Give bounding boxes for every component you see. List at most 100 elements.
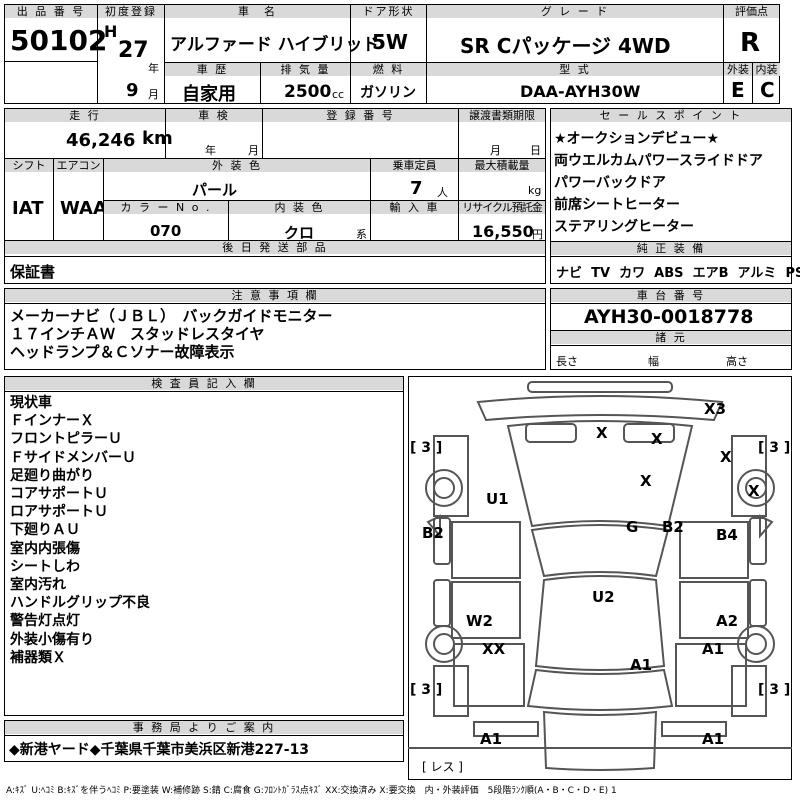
history-label: 車 歴 xyxy=(165,63,260,76)
divider xyxy=(164,4,165,104)
equip-item: エアB xyxy=(692,266,729,281)
sales-point: 前席シートヒーター xyxy=(554,197,680,213)
history: 自家用 xyxy=(182,84,236,105)
color-no: 070 xyxy=(150,222,182,240)
first-reg-label: 初度登録 xyxy=(98,5,164,18)
reg-number-label: 登 録 番 号 xyxy=(263,109,458,122)
lot-number: 50102 xyxy=(10,24,108,57)
tire-label: [ 3 ] xyxy=(758,440,791,456)
divider xyxy=(4,391,404,392)
load-label: 最大積載量 xyxy=(459,159,545,172)
inspection-month-unit: 月 xyxy=(248,144,259,157)
divider xyxy=(4,735,404,736)
damage-mark: A1 xyxy=(630,656,653,674)
ext-color: パール xyxy=(192,181,238,199)
inspector-line: 室内汚れ xyxy=(10,577,66,594)
chassis-number: AYH30-0018778 xyxy=(584,306,754,328)
length-label: 長さ xyxy=(556,355,578,368)
divider xyxy=(752,62,753,104)
note-line: ヘッドランプ＆Ｃソナー故障表示 xyxy=(10,343,235,361)
damage-mark: X xyxy=(640,472,652,490)
import-label: 輸 入 車 xyxy=(371,201,458,214)
spare-label: [ レス ] xyxy=(422,760,463,774)
int-color-label: 内 装 色 xyxy=(229,201,370,214)
model-label: 型 式 xyxy=(427,63,723,76)
model: DAA-AYH30W xyxy=(520,82,641,101)
transfer-day-unit: 日 xyxy=(530,144,541,157)
inspection-year-unit: 年 xyxy=(205,144,216,157)
load-unit: kg xyxy=(528,184,542,197)
inspector-line: 補器類Ｘ xyxy=(10,649,66,666)
damage-mark: B2 xyxy=(422,524,444,542)
inspector-line: 足廻り曲がり xyxy=(10,467,94,484)
later-parts-label: 後 日 発 送 部 品 xyxy=(5,241,545,254)
ext-grade-label: 外装 xyxy=(724,63,752,76)
score-label: 評価点 xyxy=(724,5,779,18)
note-line: メーカーナビ（ＪＢＬ） バックガイドモニター xyxy=(10,307,333,325)
note-line: １７インチＡＷ スタッドレスタイヤ xyxy=(10,325,265,343)
legend: A:ｷｽﾞ U:ﾍｺﾐ B:ｷｽﾞを伴うﾍｺﾐ P:要塗装 W:補修跡 S:錆 … xyxy=(6,786,617,796)
damage-mark: B4 xyxy=(716,526,738,544)
tire-label: [ 3 ] xyxy=(410,440,443,456)
equip-item: アルミ xyxy=(737,266,777,281)
inspector-line: ＦサイドメンバーＵ xyxy=(10,449,136,466)
damage-mark: A2 xyxy=(716,612,739,630)
inspection-label: 車 検 xyxy=(166,109,262,122)
damage-marks: X3 X X X X U1 X G B2 B2 B4 U2 W2 A2 XX A… xyxy=(408,376,792,780)
divider xyxy=(97,4,98,104)
inspector-label: 検 査 員 記 入 欄 xyxy=(5,377,403,390)
mileage: 46,246 xyxy=(66,130,136,151)
door: 5W xyxy=(372,30,408,54)
damage-mark: A1 xyxy=(480,730,503,748)
notes-lines: メーカーナビ（ＪＢＬ） バックガイドモニター １７インチＡＷ スタッドレスタイヤ… xyxy=(10,307,333,361)
notes-label: 注 意 事 項 欄 xyxy=(5,289,545,302)
divider xyxy=(550,345,792,346)
damage-mark: A1 xyxy=(702,730,725,748)
ac: WAA xyxy=(60,198,107,219)
sales-point: ★オークションデビュー★ xyxy=(554,131,720,147)
int-grade-label: 内装 xyxy=(753,63,780,76)
score: R xyxy=(740,28,761,58)
damage-mark: X xyxy=(651,430,663,448)
displacement: 2500 xyxy=(284,82,332,102)
fuel: ガソリン xyxy=(360,85,416,101)
damage-mark: X xyxy=(720,448,732,466)
recycle-label: リサイクル預託金 xyxy=(459,201,545,214)
inspector-line: ロアサポートＵ xyxy=(10,504,108,521)
capacity: 7 xyxy=(410,178,423,199)
sales-point: パワーバックドア xyxy=(554,175,666,191)
inspector-line: コアサポートＵ xyxy=(10,486,108,503)
year-unit: 年 xyxy=(148,62,159,75)
mileage-unit: km xyxy=(142,128,173,149)
month: 9 xyxy=(126,80,139,101)
tire-label: [ 3 ] xyxy=(758,682,791,698)
sales-point: 両ウエルカムパワースライドドア xyxy=(554,153,763,169)
divider xyxy=(4,61,97,62)
equip-item: PS xyxy=(785,266,800,281)
displacement-unit: cc xyxy=(332,88,345,101)
capacity-label: 乗車定員 xyxy=(371,159,458,172)
grade-label: グ レ ー ド xyxy=(427,5,723,18)
year: 27 xyxy=(118,38,149,63)
inspector-lines: 現状車 ＦインナーＸ フロントピラーＵ ＦサイドメンバーＵ 足廻り曲がり コアサ… xyxy=(10,394,150,667)
mileage-label: 走 行 xyxy=(5,109,165,122)
damage-mark: W2 xyxy=(466,612,493,630)
ac-label: エアコン xyxy=(54,159,103,172)
month-unit: 月 xyxy=(148,88,159,101)
inspector-line: フロントピラーＵ xyxy=(10,431,122,448)
grade: SR Cパッケージ 4WD xyxy=(460,34,671,58)
displacement-label: 排 気 量 xyxy=(261,63,350,76)
car-name-label: 車 名 xyxy=(165,5,350,18)
era: H xyxy=(104,22,118,41)
equipment-list: ナビ TV カワ ABS エアB アルミ PS PW xyxy=(556,262,800,281)
damage-mark: X xyxy=(748,482,760,500)
inspector-line: 現状車 xyxy=(10,395,52,411)
shift: IAT xyxy=(12,198,44,219)
divider xyxy=(4,256,546,257)
sales-label: セ ー ル ス ポ イ ン ト xyxy=(551,109,791,122)
office-label: 事 務 局 よ り ご 案 内 xyxy=(5,721,403,734)
height-label: 高さ xyxy=(726,355,748,368)
tire-label: [ 3 ] xyxy=(410,682,443,698)
equipment-label: 純 正 装 備 xyxy=(551,242,791,255)
divider xyxy=(550,256,792,257)
